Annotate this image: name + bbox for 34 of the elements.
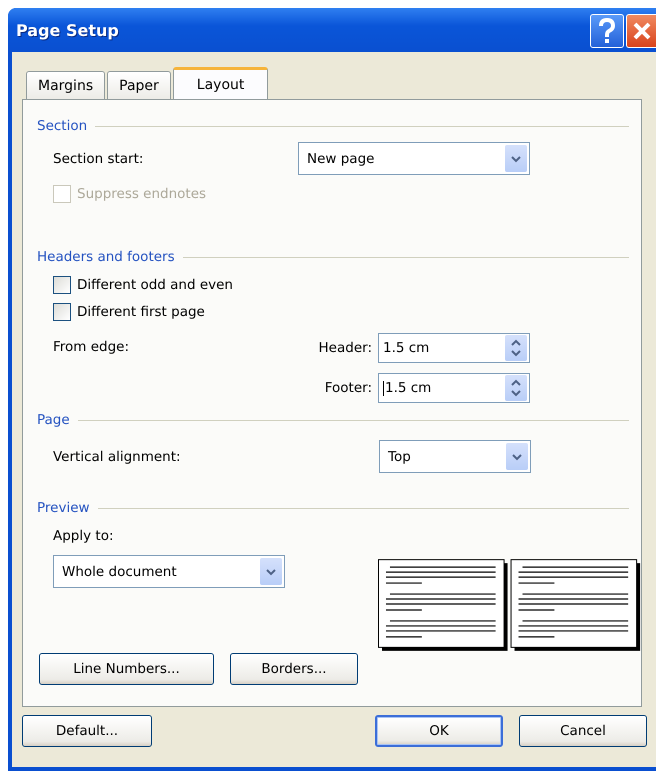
checkbox-label: Suppress endnotes — [77, 186, 206, 202]
field-label: From edge: — [53, 339, 130, 355]
field-label: Section start: — [53, 150, 144, 166]
field-label: Footer: — [324, 380, 372, 396]
tab[interactable]: Margins — [26, 71, 106, 99]
section-heading: Preview — [37, 500, 90, 516]
checkbox[interactable] — [53, 276, 71, 294]
question-mark-icon — [598, 18, 616, 44]
close-icon — [632, 21, 652, 41]
apply-to-dropdown[interactable]: Whole document — [53, 555, 285, 588]
field-label: Header: — [318, 340, 372, 356]
checkbox[interactable] — [53, 303, 71, 321]
spin-field[interactable]: 1.5 cm — [378, 333, 530, 363]
dialog-button[interactable]: Cancel — [519, 715, 647, 747]
window-title: Page Setup — [16, 20, 119, 40]
section-heading: Headers and footers — [37, 249, 175, 265]
field-label: Apply to: — [53, 527, 115, 546]
dialog-button[interactable]: Default... — [22, 715, 152, 747]
section-heading: Page — [37, 412, 70, 428]
text-cursor — [383, 380, 384, 396]
close-button[interactable] — [626, 14, 656, 48]
section-start-dropdown[interactable]: New page — [298, 142, 530, 175]
tab[interactable]: Paper — [107, 71, 171, 99]
spin-field[interactable]: 1.5 cm — [378, 373, 530, 403]
field-label: Vertical alignment: — [53, 448, 182, 464]
dialog-button[interactable]: OK — [375, 715, 503, 747]
checkbox-label: Different odd and even — [77, 277, 233, 293]
dialog-button[interactable]: Line Numbers... — [39, 653, 214, 685]
tab[interactable]: Layout — [172, 67, 268, 100]
help-button[interactable] — [590, 14, 624, 48]
vertical-alignment-dropdown[interactable]: Top — [379, 440, 531, 473]
dialog-button[interactable]: Borders... — [230, 653, 358, 685]
checkbox-label: Different first page — [77, 304, 205, 320]
section-heading: Section — [37, 118, 88, 134]
